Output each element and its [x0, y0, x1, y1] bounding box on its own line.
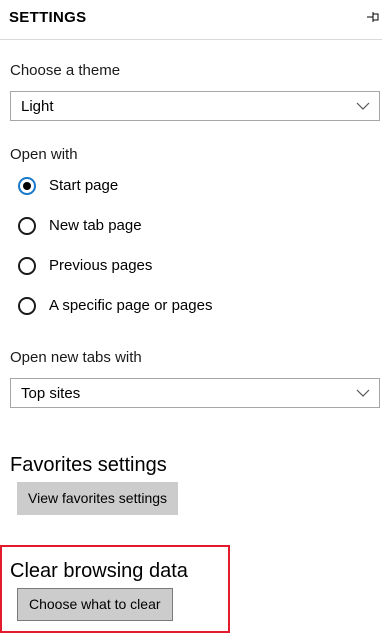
settings-header: SETTINGS — [0, 0, 382, 40]
radio-label: A specific page or pages — [49, 297, 213, 314]
pin-icon[interactable] — [366, 10, 380, 24]
chevron-down-icon — [356, 102, 370, 110]
radio-label: Previous pages — [49, 257, 153, 274]
favorites-settings-title: Favorites settings — [10, 454, 167, 476]
radio-label: New tab page — [49, 217, 142, 234]
new-tabs-label: Open new tabs with — [10, 349, 142, 366]
theme-select-value: Light — [21, 98, 54, 115]
radio-button[interactable] — [18, 217, 36, 235]
radio-button[interactable] — [18, 297, 36, 315]
theme-select[interactable]: Light — [10, 91, 380, 121]
radio-label: Start page — [49, 177, 119, 194]
chevron-down-icon — [356, 389, 370, 397]
radio-button[interactable] — [18, 257, 36, 275]
clear-browsing-data-title: Clear browsing data — [10, 560, 188, 582]
new-tabs-select[interactable]: Top sites — [10, 378, 380, 408]
open-with-label: Open with — [10, 146, 78, 163]
radio-dot — [23, 182, 31, 190]
new-tabs-select-value: Top sites — [21, 385, 81, 402]
radio-button-checked[interactable] — [18, 177, 36, 195]
settings-title: SETTINGS — [9, 9, 87, 26]
theme-label: Choose a theme — [10, 62, 121, 79]
choose-what-to-clear-button[interactable]: Choose what to clear — [17, 588, 173, 621]
view-favorites-settings-button[interactable]: View favorites settings — [17, 482, 179, 515]
